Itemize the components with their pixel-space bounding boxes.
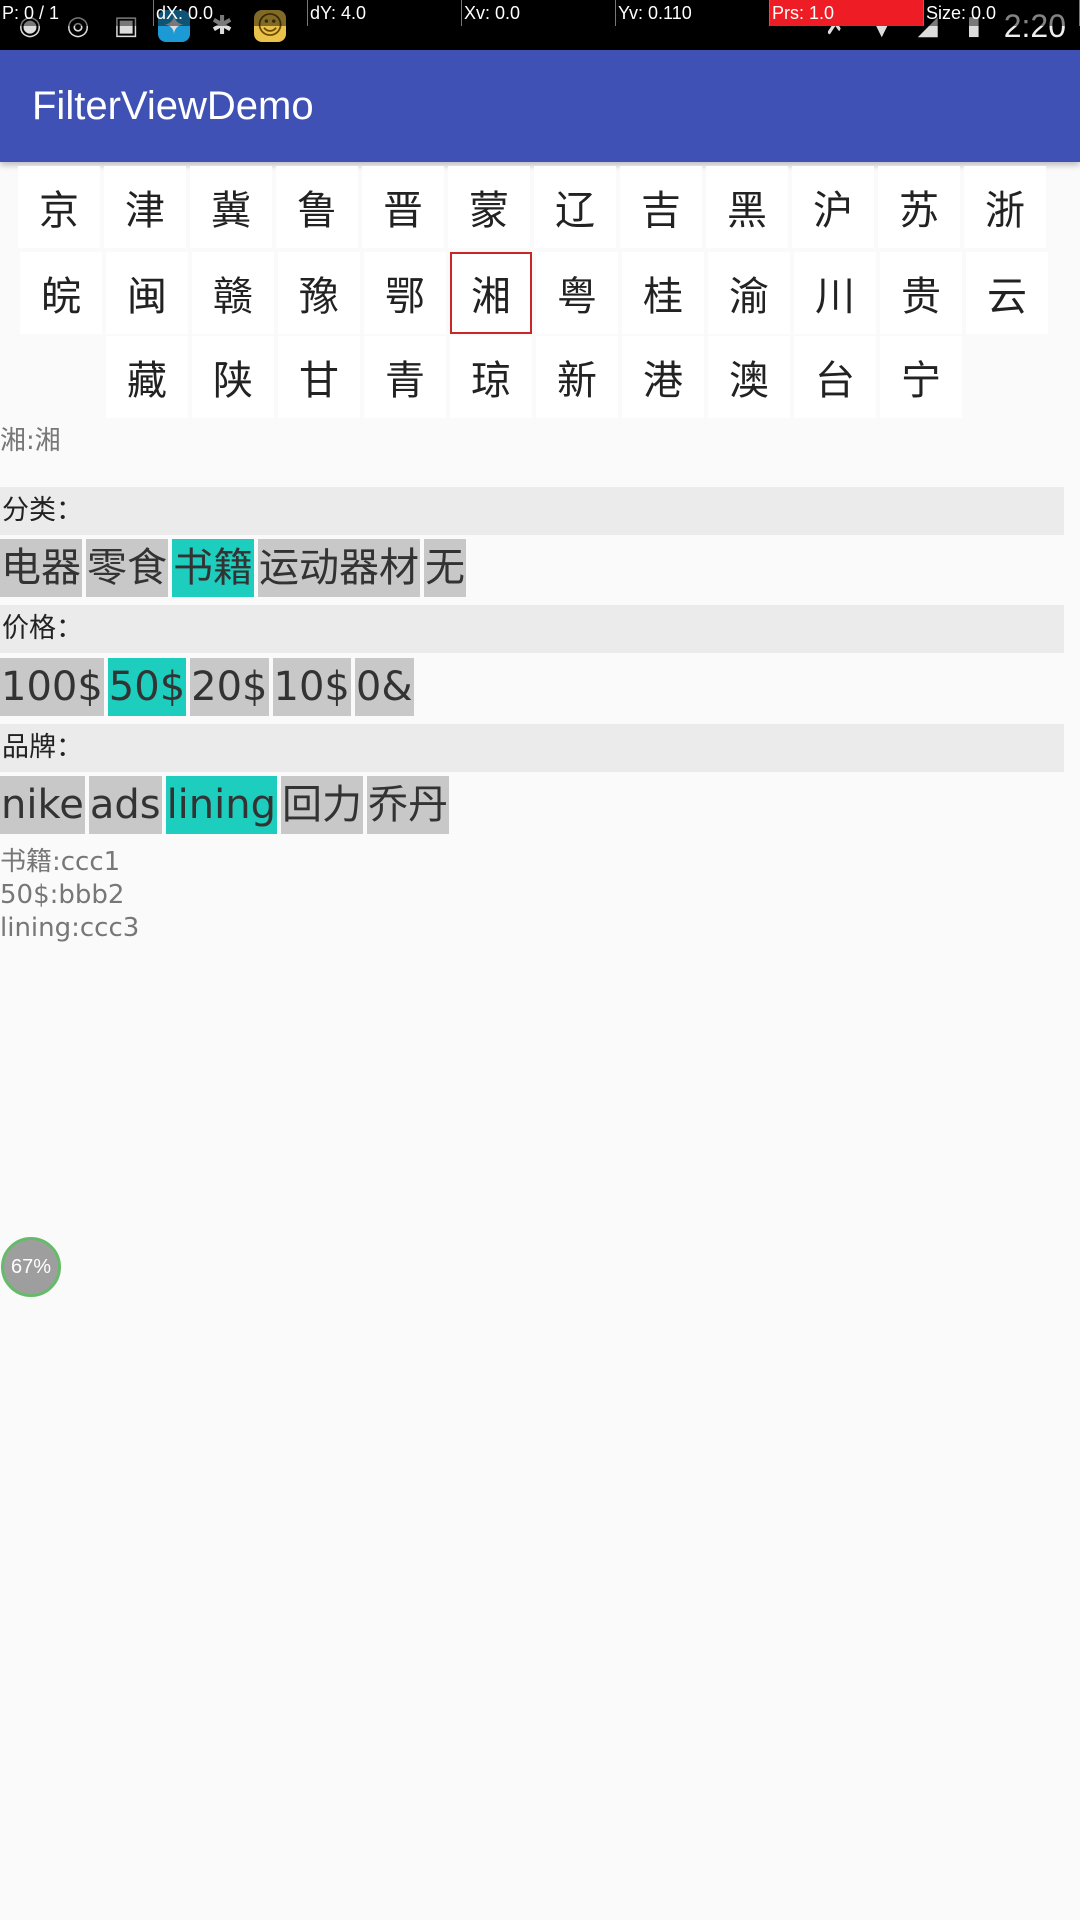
province-row-1: 京津冀鲁晋蒙辽吉黑沪苏浙 xyxy=(18,166,1046,248)
price-options: 100$ 50$ 20$ 10$ 0& xyxy=(0,658,414,716)
province-key[interactable]: 港 xyxy=(622,336,704,418)
province-key[interactable]: 甘 xyxy=(278,336,360,418)
brand-options: nike ads lining 回力 乔丹 xyxy=(0,776,449,834)
province-key[interactable]: 青 xyxy=(364,336,446,418)
province-key[interactable]: 蒙 xyxy=(448,166,530,248)
brand-option-chip[interactable]: 乔丹 xyxy=(367,776,449,834)
province-key[interactable]: 辽 xyxy=(534,166,616,248)
price-option-chip[interactable]: 100$ xyxy=(0,658,104,716)
province-key[interactable]: 闽 xyxy=(106,252,188,334)
province-key[interactable]: 津 xyxy=(104,166,186,248)
province-key[interactable]: 黑 xyxy=(706,166,788,248)
debug-pointer: P: 0 / 1 xyxy=(0,0,154,26)
province-key[interactable]: 沪 xyxy=(792,166,874,248)
price-option-chip[interactable]: 50$ xyxy=(107,658,187,716)
category-header: 分类： xyxy=(0,487,1064,535)
province-key[interactable]: 渝 xyxy=(708,252,790,334)
province-key[interactable]: 京 xyxy=(18,166,100,248)
brand-option-chip[interactable]: ads xyxy=(88,776,162,834)
category-option-chip[interactable]: 运动器材 xyxy=(258,539,420,597)
category-option-chip[interactable]: 无 xyxy=(424,539,466,597)
province-key[interactable]: 吉 xyxy=(620,166,702,248)
province-key[interactable]: 藏 xyxy=(106,336,188,418)
province-key[interactable]: 台 xyxy=(794,336,876,418)
province-key[interactable]: 川 xyxy=(794,252,876,334)
province-key[interactable]: 湘 xyxy=(450,252,532,334)
app-title: FilterViewDemo xyxy=(32,84,314,128)
price-option-chip[interactable]: 20$ xyxy=(190,658,269,716)
province-key[interactable]: 晋 xyxy=(362,166,444,248)
province-key[interactable]: 桂 xyxy=(622,252,704,334)
province-row-3: 藏陕甘青琼新港澳台宁 xyxy=(106,336,962,418)
price-option-chip[interactable]: 10$ xyxy=(272,658,351,716)
debug-xv: Xv: 0.0 xyxy=(462,0,616,26)
category-option-chip[interactable]: 书籍 xyxy=(172,539,254,597)
brand-option-chip[interactable]: nike xyxy=(0,776,85,834)
app-bar: FilterViewDemo xyxy=(0,50,1080,162)
province-row-2: 皖闽赣豫鄂湘粤桂渝川贵云 xyxy=(20,252,1048,334)
brand-option-chip[interactable]: 回力 xyxy=(281,776,363,834)
category-options: 电器 零食 书籍 运动器材无 xyxy=(0,539,466,597)
debug-yv: Yv: 0.110 xyxy=(616,0,770,26)
province-key[interactable]: 琼 xyxy=(450,336,532,418)
province-key[interactable]: 鄂 xyxy=(364,252,446,334)
province-result: 湘:湘 xyxy=(0,426,61,456)
debug-size: Size: 0.0 xyxy=(924,0,1080,26)
province-key[interactable]: 新 xyxy=(536,336,618,418)
province-key[interactable]: 云 xyxy=(966,252,1048,334)
province-key[interactable]: 鲁 xyxy=(276,166,358,248)
province-key[interactable]: 宁 xyxy=(880,336,962,418)
debug-dy: dY: 4.0 xyxy=(308,0,462,26)
province-key[interactable]: 贵 xyxy=(880,252,962,334)
province-key[interactable]: 陕 xyxy=(192,336,274,418)
summary-line-category: 书籍:ccc1 xyxy=(0,847,121,877)
province-key[interactable]: 冀 xyxy=(190,166,272,248)
province-key[interactable]: 豫 xyxy=(278,252,360,334)
province-key[interactable]: 粤 xyxy=(536,252,618,334)
debug-pressure: Prs: 1.0 xyxy=(770,0,924,26)
province-key[interactable]: 苏 xyxy=(878,166,960,248)
summary-line-price: 50$:bbb2 xyxy=(0,880,125,910)
price-option-chip[interactable]: 0& xyxy=(354,658,414,716)
brand-option-chip[interactable]: lining xyxy=(165,776,277,834)
status-bar: ◉ ◎ ▣ ✦ ✱ ☺ ✗ ▼ ◢ ▮ 2:20 P: 0 / 1 dX: 0.… xyxy=(0,0,1080,50)
category-option-chip[interactable]: 零食 xyxy=(86,539,168,597)
category-option-chip[interactable]: 电器 xyxy=(0,539,82,597)
brand-header: 品牌： xyxy=(0,724,1064,772)
province-key[interactable]: 浙 xyxy=(964,166,1046,248)
pointer-debug-bar: P: 0 / 1 dX: 0.0 dY: 4.0 Xv: 0.0 Yv: 0.1… xyxy=(0,0,1080,26)
filter-summary: 书籍:ccc1 50$:bbb2 lining:ccc3 xyxy=(0,846,139,945)
summary-line-brand: lining:ccc3 xyxy=(0,913,140,943)
province-key[interactable]: 澳 xyxy=(708,336,790,418)
floating-progress-badge[interactable]: 67% xyxy=(1,1237,61,1297)
province-key[interactable]: 皖 xyxy=(20,252,102,334)
province-key[interactable]: 赣 xyxy=(192,252,274,334)
debug-dx: dX: 0.0 xyxy=(154,0,308,26)
price-header: 价格： xyxy=(0,605,1064,653)
